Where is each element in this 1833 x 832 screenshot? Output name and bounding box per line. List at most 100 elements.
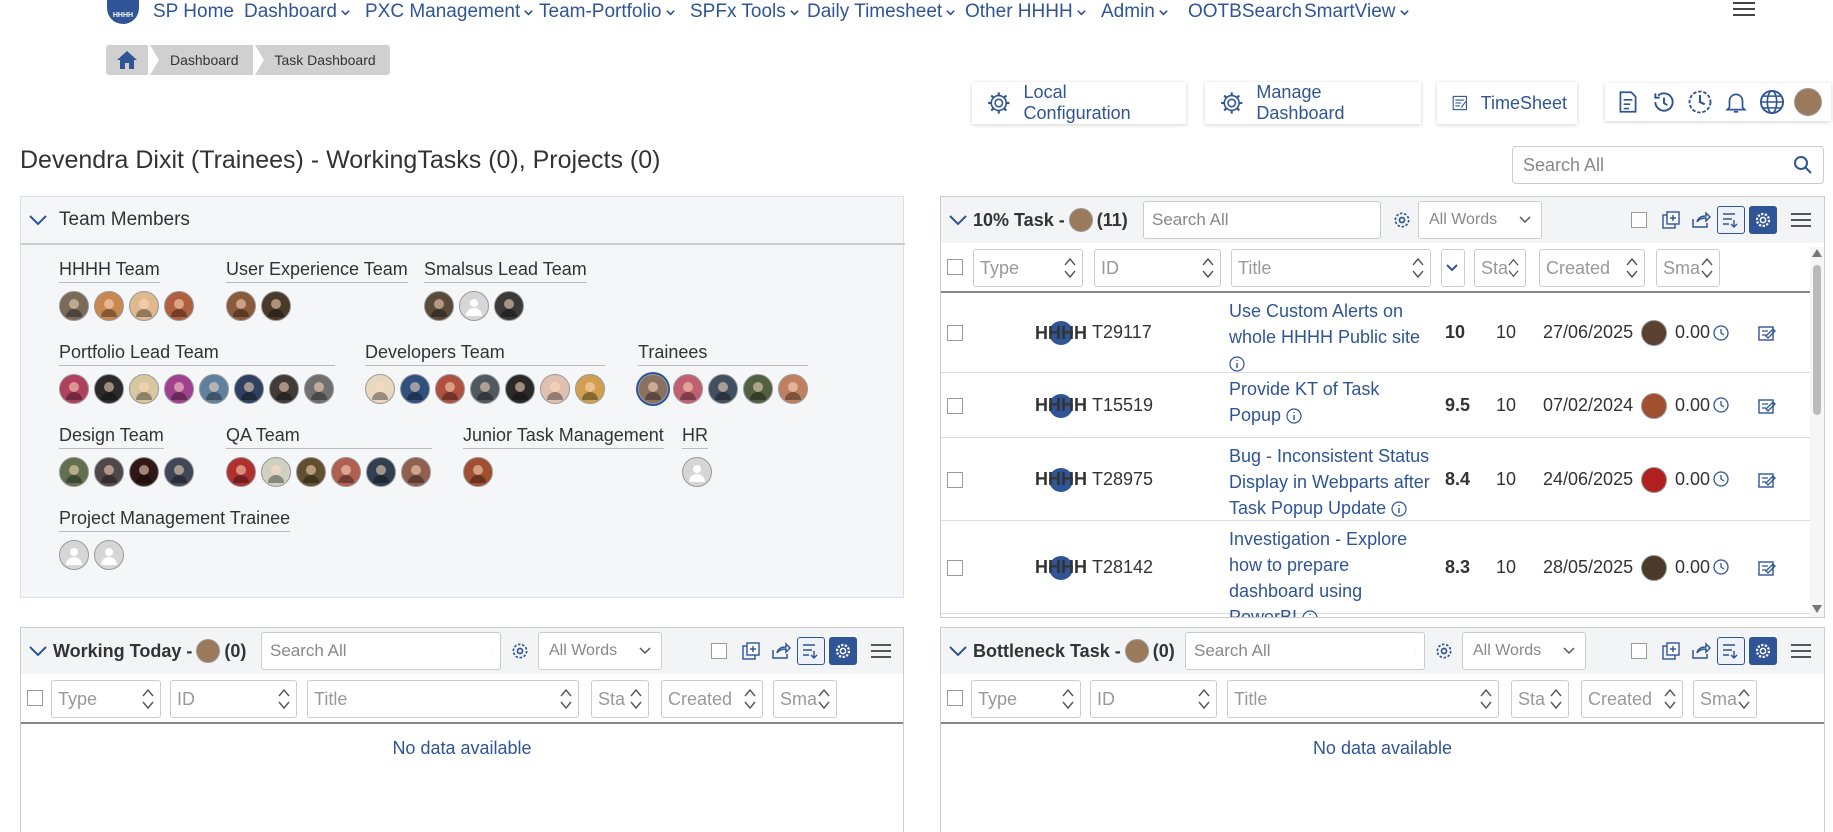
team-member-avatar[interactable] (296, 457, 326, 487)
edit-task-icon[interactable] (1757, 323, 1777, 343)
team-member-avatar[interactable] (638, 374, 668, 404)
global-search-input[interactable] (1523, 154, 1793, 176)
table-row[interactable]: HHHH T28142 Investigation - Explore how to… (941, 521, 1811, 617)
share-icon[interactable] (1687, 637, 1715, 665)
settings-icon[interactable] (1749, 206, 1777, 234)
task-author-avatar[interactable] (1641, 392, 1667, 419)
table-row[interactable]: HHHH T15519 Provide KT of Task Popup 9.5 10… (941, 373, 1811, 438)
row-checkbox[interactable] (947, 559, 963, 576)
team-member-avatar[interactable] (401, 457, 431, 487)
task-id[interactable]: T28142 (1092, 557, 1153, 578)
column-type[interactable]: Type (51, 680, 161, 718)
column-created[interactable]: Created (1581, 680, 1683, 718)
row-checkbox[interactable] (947, 325, 963, 341)
team-member-avatar[interactable] (94, 540, 124, 570)
team-member-avatar[interactable] (463, 457, 493, 487)
row-checkbox[interactable] (947, 397, 963, 414)
nav-item-pxc-management[interactable]: PXC Management (365, 1, 534, 23)
panel-search[interactable] (1143, 201, 1381, 239)
edit-task-icon[interactable] (1757, 558, 1777, 578)
column-status[interactable]: Sta (1511, 680, 1569, 718)
task-smart-time[interactable]: 0.00 (1675, 557, 1729, 578)
task-report-icon[interactable] (1613, 87, 1643, 117)
column-type[interactable]: Type (971, 680, 1081, 718)
menu-icon[interactable] (871, 644, 891, 658)
words-select[interactable]: All Words (538, 632, 662, 670)
team-member-avatar[interactable] (424, 291, 454, 321)
select-all-checkbox[interactable] (711, 643, 727, 659)
task-author-avatar[interactable] (1641, 554, 1667, 581)
team-member-avatar[interactable] (129, 374, 159, 404)
column-smart[interactable]: Sma (1656, 249, 1720, 287)
task-id[interactable]: T28975 (1092, 469, 1153, 490)
team-member-avatar[interactable] (304, 374, 334, 404)
search-icon[interactable] (491, 642, 492, 660)
team-members-header[interactable]: Team Members (21, 197, 905, 245)
chevron-down-icon[interactable] (949, 214, 967, 226)
breadcrumb-home[interactable] (106, 45, 148, 75)
column-created[interactable]: Created (1539, 249, 1645, 287)
nav-item-ootbsearch[interactable]: OOTBSearch (1188, 1, 1302, 23)
team-member-avatar[interactable] (400, 374, 430, 404)
settings-icon[interactable] (829, 637, 857, 665)
column-smart[interactable]: Sma (773, 680, 837, 718)
scroll-up-icon[interactable] (1812, 249, 1822, 257)
manage-dashboard-button[interactable]: Manage Dashboard (1205, 82, 1421, 124)
team-member-avatar[interactable] (365, 374, 395, 404)
user-avatar[interactable] (1793, 87, 1823, 117)
team-member-avatar[interactable] (94, 291, 124, 321)
team-member-avatar[interactable] (778, 374, 808, 404)
team-member-avatar[interactable] (261, 291, 291, 321)
task-smart-time[interactable]: 0.00 (1675, 469, 1729, 490)
team-member-avatar[interactable] (226, 291, 256, 321)
task-smart-time[interactable]: 0.00 (1675, 395, 1729, 416)
team-member-avatar[interactable] (59, 540, 89, 570)
task-title-link[interactable]: Bug - Inconsistent Status Display in Web… (1229, 443, 1431, 521)
panel-search[interactable] (1185, 632, 1425, 670)
team-member-avatar[interactable] (673, 374, 703, 404)
task-author-avatar[interactable] (1641, 320, 1667, 346)
column-type[interactable]: Type (973, 249, 1083, 287)
nav-item-other-hhhh[interactable]: Other HHHH (965, 1, 1087, 23)
team-member-avatar[interactable] (261, 457, 291, 487)
settings-icon[interactable] (1749, 637, 1777, 665)
words-select[interactable]: All Words (1418, 201, 1542, 239)
column-priority-sort[interactable] (1441, 249, 1465, 287)
nav-item-spfx-tools[interactable]: SPFx Tools (690, 1, 800, 23)
select-all-checkbox[interactable] (1631, 643, 1647, 659)
column-smart[interactable]: Sma (1693, 680, 1757, 718)
team-member-avatar[interactable] (59, 457, 89, 487)
menu-icon[interactable] (1733, 2, 1755, 16)
chevron-down-icon[interactable] (29, 214, 47, 226)
words-select[interactable]: All Words (1462, 632, 1586, 670)
task-id[interactable]: T29117 (1092, 322, 1152, 343)
panel-search[interactable] (261, 632, 501, 670)
task-title-link[interactable]: Investigation - Explore how to prepare d… (1229, 526, 1431, 618)
local-configuration-button[interactable]: Local Configuration (972, 82, 1186, 124)
column-status[interactable]: Sta (591, 680, 649, 718)
add-item-icon[interactable] (1657, 206, 1685, 234)
header-checkbox[interactable] (947, 690, 963, 706)
task-title-link[interactable]: Provide KT of Task Popup (1229, 376, 1431, 428)
column-title[interactable]: Title (307, 680, 579, 718)
select-all-checkbox[interactable] (1631, 212, 1647, 228)
edit-task-icon[interactable] (1757, 396, 1777, 416)
nav-item-daily-timesheet[interactable]: Daily Timesheet (807, 1, 956, 23)
column-filter-icon[interactable] (797, 637, 825, 665)
globe-icon[interactable] (1757, 87, 1787, 117)
share-icon[interactable] (1687, 206, 1715, 234)
info-icon[interactable] (1286, 408, 1302, 424)
team-member-avatar[interactable] (234, 374, 264, 404)
team-member-avatar[interactable] (470, 374, 500, 404)
panel-search-input[interactable] (1194, 641, 1415, 661)
column-id[interactable]: ID (1090, 680, 1217, 718)
settings-gear-icon[interactable] (1388, 206, 1416, 234)
search-icon[interactable] (1793, 155, 1813, 175)
info-icon[interactable] (1229, 356, 1245, 372)
scrollbar[interactable] (1810, 247, 1824, 617)
info-icon[interactable] (1391, 501, 1407, 517)
info-icon[interactable] (1302, 610, 1318, 618)
chevron-down-icon[interactable] (949, 645, 967, 657)
team-member-avatar[interactable] (743, 374, 773, 404)
row-checkbox[interactable] (947, 471, 963, 488)
